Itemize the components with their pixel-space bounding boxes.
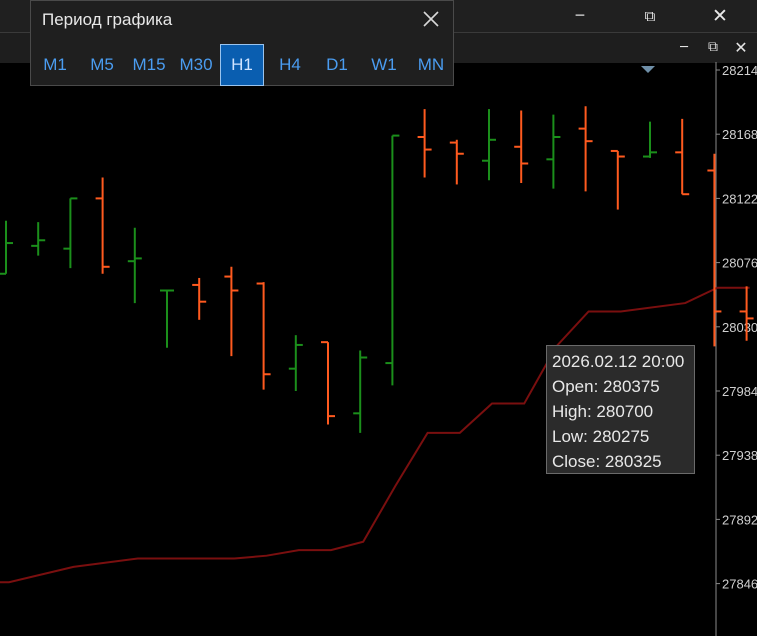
restore-icon[interactable]: ⧉: [627, 0, 673, 32]
timeframe-d1-button[interactable]: D1: [315, 44, 359, 86]
ohlc-bar[interactable]: [256, 282, 271, 390]
ohlc-bar[interactable]: [385, 134, 400, 386]
price-tick-label: 28030: [722, 320, 757, 335]
minimize-icon[interactable]: ─: [557, 0, 603, 32]
chart-minimize-icon[interactable]: ─: [673, 33, 695, 61]
price-tick-label: 27846: [722, 577, 757, 592]
timeframe-w1-button[interactable]: W1: [362, 44, 406, 86]
price-tick-label: 28214: [722, 63, 757, 78]
timeframe-m5-button[interactable]: M5: [80, 44, 124, 86]
ohlc-bar[interactable]: [643, 121, 657, 158]
price-tick-label: 28076: [722, 256, 757, 271]
price-tick-label: 27938: [722, 448, 757, 463]
ohlc-bar[interactable]: [449, 139, 464, 185]
ohlc-bar[interactable]: [514, 110, 529, 184]
timeframe-m15-button[interactable]: M15: [127, 44, 171, 86]
timeframe-mn-button[interactable]: MN: [409, 44, 453, 86]
close-icon[interactable]: ✕: [697, 0, 743, 32]
chart-close-icon[interactable]: ✕: [730, 33, 752, 61]
price-tick-label: 27892: [722, 512, 757, 527]
ohlc-bar[interactable]: [127, 227, 142, 304]
ohlc-bar[interactable]: [353, 350, 368, 433]
tooltip-datetime: 2026.02.12 20:00: [552, 352, 685, 371]
timeframe-h4-button[interactable]: H4: [268, 44, 312, 86]
ohlc-bar[interactable]: [321, 341, 335, 425]
ohlc-bar[interactable]: [192, 277, 207, 320]
ohlc-bar[interactable]: [0, 220, 13, 275]
chart-restore-icon[interactable]: ⧉: [702, 33, 724, 61]
price-tick-label: 28168: [722, 127, 757, 142]
timeframe-m30-button[interactable]: M30: [174, 44, 218, 86]
ohlc-bar[interactable]: [224, 266, 239, 357]
ohlc-bar[interactable]: [288, 335, 303, 391]
scroll-marker-icon[interactable]: [641, 66, 655, 73]
ohlc-bar[interactable]: [675, 118, 690, 196]
ohlc-bar[interactable]: [31, 222, 46, 256]
period-dialog-title: Период графика: [42, 10, 173, 29]
ohlc-bar[interactable]: [482, 109, 496, 181]
close-icon[interactable]: [417, 5, 445, 33]
timeframe-h1-button[interactable]: H1: [220, 44, 264, 86]
timeframe-m1-button[interactable]: M1: [33, 44, 77, 86]
ohlc-bar[interactable]: [610, 149, 625, 210]
price-tick-label: 28122: [722, 191, 757, 206]
ohlc-bar[interactable]: [707, 153, 722, 347]
ohlc-bar[interactable]: [578, 106, 593, 192]
tooltip-close: Close: 280325: [552, 452, 662, 471]
tooltip-open: Open: 280375: [552, 377, 660, 396]
ohlc-bar[interactable]: [546, 114, 561, 189]
ohlc-bar[interactable]: [95, 177, 110, 274]
period-dialog: Период графика M1 M5 M15 M30 H1 H4 D1 W1…: [30, 0, 454, 86]
price-tick-label: 27984: [722, 384, 757, 399]
ohlc-bar[interactable]: [417, 109, 432, 178]
ohlc-bar[interactable]: [63, 197, 78, 269]
tooltip-low: Low: 280275: [552, 427, 650, 446]
tooltip-high: High: 280700: [552, 402, 654, 421]
ohlc-bar[interactable]: [160, 289, 174, 348]
bar-info-tooltip: 2026.02.12 20:00 Open: 280375 High: 2807…: [546, 345, 695, 474]
